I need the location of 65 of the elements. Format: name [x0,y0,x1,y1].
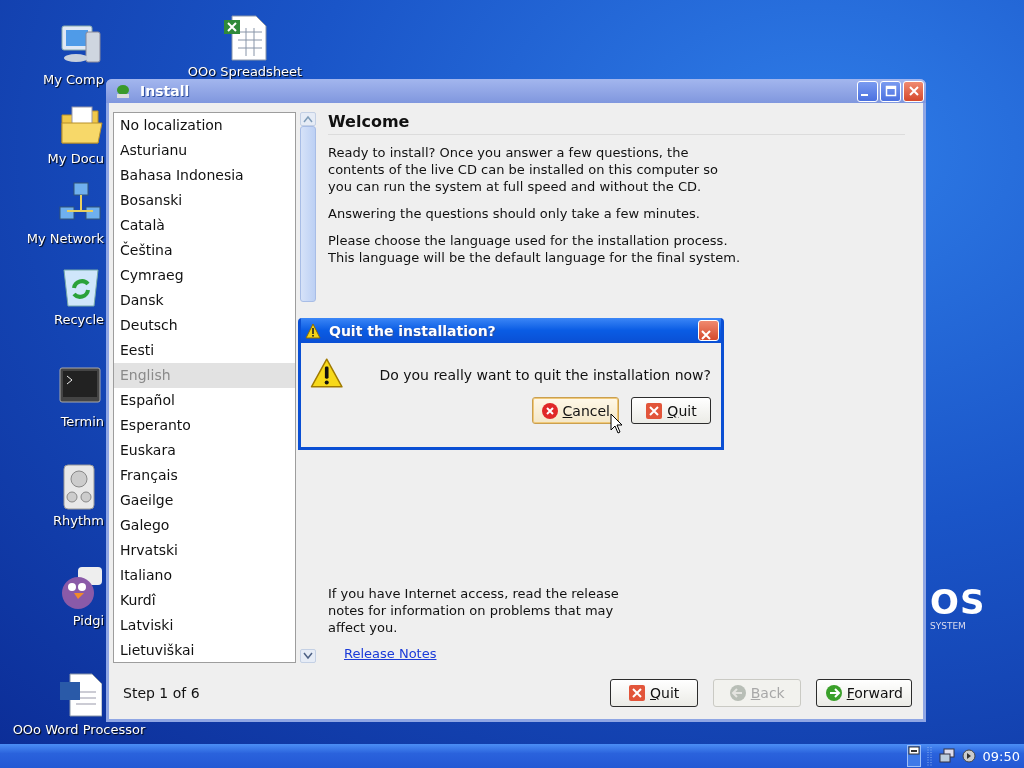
minimize-icon [861,94,868,96]
logo-caption: SYSTEM [930,620,967,632]
clock[interactable]: 09:50 [982,748,1020,764]
network-icon[interactable] [938,748,955,764]
paragraph: Answering the questions should only take a few minutes. [328,205,701,222]
icon-label[interactable]: Recycle [53,312,104,327]
language-item[interactable]: Euskara [114,438,295,463]
quit-button[interactable]: Quit [631,397,711,424]
language-item[interactable]: Español [114,388,295,413]
icon-label[interactable]: OOo Spreadsheet [187,64,303,79]
scroll-thumb[interactable] [300,126,316,302]
icon-label[interactable]: Termin [60,414,104,429]
language-item[interactable]: Italiano [114,563,295,588]
welcome-heading: Welcome [328,112,905,135]
close-icon [628,684,647,702]
paragraph: Please choose the language used for the installation process. This language will be the default language for the final system. [328,232,742,266]
window-title: Install [140,83,191,99]
forward-button[interactable]: Forward [815,679,912,707]
grip-icon [926,745,933,767]
language-item[interactable]: Eesti [114,338,295,363]
dialog-title: Quit the installation? [329,322,497,339]
speaker-icon[interactable] [960,748,977,764]
window-list-icon[interactable] [906,745,921,767]
warning-icon [305,322,321,339]
icon-label[interactable]: Pidgi [72,613,104,628]
language-item[interactable]: Asturianu [114,138,295,163]
icon-label[interactable]: My Docu [47,151,104,166]
language-item[interactable]: Cymraeg [114,263,295,288]
language-item[interactable]: Galego [114,513,295,538]
language-item[interactable]: Kurdî [114,588,295,613]
language-item[interactable]: Gaeilge [114,488,295,513]
close-icon [645,401,664,420]
mouse-cursor-icon [610,413,624,435]
close-button[interactable] [698,320,719,341]
cancel-button[interactable]: Cancel [531,397,619,424]
icon-label[interactable]: My Network [26,231,104,246]
close-icon [907,85,920,97]
language-item[interactable]: Català [114,213,295,238]
dialog-message: Do you really want to quit the installation now? [379,367,711,383]
paragraph: Ready to install? Once you answer a few questions, the contents of the live CD can be installed on this computer so you can run the system at full speed and without the CD. [328,144,719,195]
language-item[interactable]: Français [114,463,295,488]
app-icon [114,82,132,100]
language-item[interactable]: Lietuviškai [114,638,295,662]
close-icon [699,328,712,341]
maximize-icon [884,85,897,97]
quit-button[interactable]: Quit [609,679,698,707]
step-label: Step 1 of 6 [122,685,200,701]
language-item[interactable]: Esperanto [114,413,295,438]
paragraph: If you have Internet access, read the release notes for information on problems that may affect you. [328,585,620,636]
language-item[interactable]: Dansk [114,288,295,313]
scroll-down-button[interactable] [300,649,316,663]
spreadsheet-icon[interactable] [222,14,268,62]
language-item[interactable]: Bahasa Indonesia [114,163,295,188]
logo-text: OS [930,584,986,620]
language-item[interactable]: Bosanski [114,188,295,213]
language-item[interactable]: Deutsch [114,313,295,338]
close-icon [540,401,559,420]
icon-label[interactable]: Rhythm [53,513,104,528]
language-item[interactable]: No localization [114,113,295,138]
icon-label[interactable]: OOo Word Processor [12,722,146,737]
language-item[interactable]: Latviski [114,613,295,638]
language-item[interactable]: Hrvatski [114,538,295,563]
language-item[interactable]: Čeština [114,238,295,263]
release-notes-link[interactable]: Release Notes [344,646,437,661]
icon-label[interactable]: My Comp [43,72,104,87]
